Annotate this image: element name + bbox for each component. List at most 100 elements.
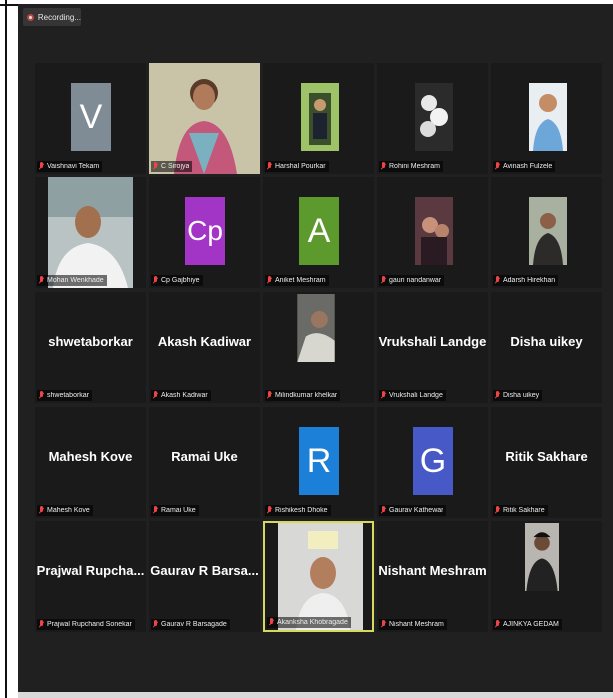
participant-tile[interactable]: Milindkumar khelkar xyxy=(263,292,374,403)
participant-tile[interactable]: Mohan Wenkhade xyxy=(35,177,146,288)
muted-mic-icon xyxy=(380,620,387,629)
participant-name-display: Nishant Meshram xyxy=(378,563,487,578)
muted-mic-icon xyxy=(38,391,45,400)
muted-mic-icon xyxy=(38,506,45,515)
participant-tile[interactable]: Akash Kadiwar Akash Kadiwar xyxy=(149,292,260,403)
muted-mic-icon xyxy=(38,276,45,285)
name-label: shwetaborkar xyxy=(37,390,93,401)
name-label: Adarsh Hirekhan xyxy=(493,275,559,286)
avatar: Cp xyxy=(185,197,225,265)
participant-name: Nishant Meshram xyxy=(389,621,444,628)
recording-text: Recording... xyxy=(37,12,81,22)
participant-tile[interactable]: Disha uikey Disha uikey xyxy=(491,292,602,403)
participant-tile[interactable]: Akanksha Khobragade xyxy=(263,521,374,632)
participant-name: gauri nandanwar xyxy=(389,277,442,284)
muted-mic-icon xyxy=(152,506,159,515)
participant-tile[interactable]: shwetaborkar shwetaborkar xyxy=(35,292,146,403)
muted-mic-icon xyxy=(380,276,387,285)
profile-photo xyxy=(415,83,453,151)
participant-name: Akanksha Khobragade xyxy=(277,619,348,626)
participant-tile[interactable]: Prajwal Rupcha... Prajwal Rupchand Soneka… xyxy=(35,521,146,632)
profile-photo xyxy=(297,294,335,362)
recording-indicator[interactable]: Recording... xyxy=(23,8,81,26)
avatar: A xyxy=(299,197,339,265)
participant-tile[interactable]: Vrukshali Landge Vrukshali Landge xyxy=(377,292,488,403)
participant-tile[interactable]: Gaurav R Barsa... Gaurav R Barsagade xyxy=(149,521,260,632)
name-label: Aniket Meshram xyxy=(265,275,329,286)
name-label: Milindkumar khelkar xyxy=(265,390,341,401)
participant-tile[interactable]: Avinash Fulzele xyxy=(491,63,602,174)
participant-tile[interactable]: Nishant Meshram Nishant Meshram xyxy=(377,521,488,632)
muted-mic-icon xyxy=(38,162,45,171)
page-border xyxy=(0,0,7,698)
participant-tile[interactable]: A Aniket Meshram xyxy=(263,177,374,288)
name-label: Disha uikey xyxy=(493,390,543,401)
muted-mic-icon xyxy=(494,391,501,400)
name-label: Mohan Wenkhade xyxy=(37,275,107,286)
muted-mic-icon xyxy=(152,162,159,171)
name-label: Gaurav R Barsagade xyxy=(151,619,230,630)
participant-name: Disha uikey xyxy=(503,392,540,399)
participant-tile[interactable]: R Rishikesh Dhoke xyxy=(263,407,374,518)
participant-name-display: Ramai Uke xyxy=(171,449,238,464)
muted-mic-icon xyxy=(494,162,501,171)
muted-mic-icon xyxy=(38,620,45,629)
participant-tile[interactable]: gauri nandanwar xyxy=(377,177,488,288)
avatar: G xyxy=(413,427,453,495)
muted-mic-icon xyxy=(494,506,501,515)
participant-tile[interactable]: Ritik Sakhare Ritik Sakhare xyxy=(491,407,602,518)
participant-tile[interactable]: C Sirojya xyxy=(149,63,260,174)
participant-name-display: Gaurav R Barsa... xyxy=(150,563,259,578)
muted-mic-icon xyxy=(380,162,387,171)
name-label: Mahesh Kove xyxy=(37,505,93,516)
participant-tile[interactable]: Rohini Meshram xyxy=(377,63,488,174)
profile-photo xyxy=(301,83,339,151)
name-label: Ramai Uke xyxy=(151,505,199,516)
name-label: Prajwal Rupchand Sonekar xyxy=(37,619,135,630)
participant-name: Ramai Uke xyxy=(161,507,196,514)
participant-name: Aniket Meshram xyxy=(275,277,326,284)
participant-tile[interactable]: Cp Cp Gajbhiye xyxy=(149,177,260,288)
muted-mic-icon xyxy=(266,162,273,171)
participant-name: Mohan Wenkhade xyxy=(47,277,104,284)
record-icon xyxy=(27,13,34,21)
participant-name-display: Mahesh Kove xyxy=(48,449,133,464)
participant-name: C Sirojya xyxy=(161,163,190,170)
participant-name: Harshal Pourkar xyxy=(275,163,326,170)
participant-name: Adarsh Hirekhan xyxy=(503,277,556,284)
participant-name: Vaishnavi Tekam xyxy=(47,163,100,170)
name-label: Vaishnavi Tekam xyxy=(37,161,103,172)
profile-photo xyxy=(529,83,567,151)
participant-name-display: Akash Kadiwar xyxy=(157,334,252,349)
participant-name: Avinash Fulzele xyxy=(503,163,553,170)
participant-tile[interactable]: AJINKYA GEDAM xyxy=(491,521,602,632)
participant-name: Akash Kadiwar xyxy=(161,392,208,399)
participant-tile[interactable]: Mahesh Kove Mahesh Kove xyxy=(35,407,146,518)
muted-mic-icon xyxy=(494,276,501,285)
avatar: R xyxy=(299,427,339,495)
participant-name: Mahesh Kove xyxy=(47,507,90,514)
participant-tile[interactable]: Adarsh Hirekhan xyxy=(491,177,602,288)
profile-photo xyxy=(525,523,559,591)
muted-mic-icon xyxy=(266,276,273,285)
name-label: Cp Gajbhiye xyxy=(151,275,203,286)
participant-name-display: Prajwal Rupcha... xyxy=(36,563,145,578)
name-label: AJINKYA GEDAM xyxy=(493,619,562,630)
participant-tile[interactable]: Ramai Uke Ramai Uke xyxy=(149,407,260,518)
participant-name: Vrukshali Landge xyxy=(389,392,443,399)
participant-name: Rishikesh Dhoke xyxy=(275,507,328,514)
name-label: Akash Kadiwar xyxy=(151,390,211,401)
screenshot-frame: Recording... V Vaishnavi Tekam C Sirojya Ha… xyxy=(0,0,613,698)
video-feed xyxy=(149,63,260,174)
name-label: Rohini Meshram xyxy=(379,161,443,172)
video-feed xyxy=(278,523,363,630)
muted-mic-icon xyxy=(266,391,273,400)
participant-name: AJINKYA GEDAM xyxy=(503,621,559,628)
participant-name: Gaurav R Barsagade xyxy=(161,621,227,628)
participant-tile[interactable]: Harshal Pourkar xyxy=(263,63,374,174)
participant-tile[interactable]: V Vaishnavi Tekam xyxy=(35,63,146,174)
name-label: Gaurav Kathewar xyxy=(379,505,447,516)
video-feed xyxy=(48,177,133,288)
participant-tile[interactable]: G Gaurav Kathewar xyxy=(377,407,488,518)
name-label: Nishant Meshram xyxy=(379,619,447,630)
